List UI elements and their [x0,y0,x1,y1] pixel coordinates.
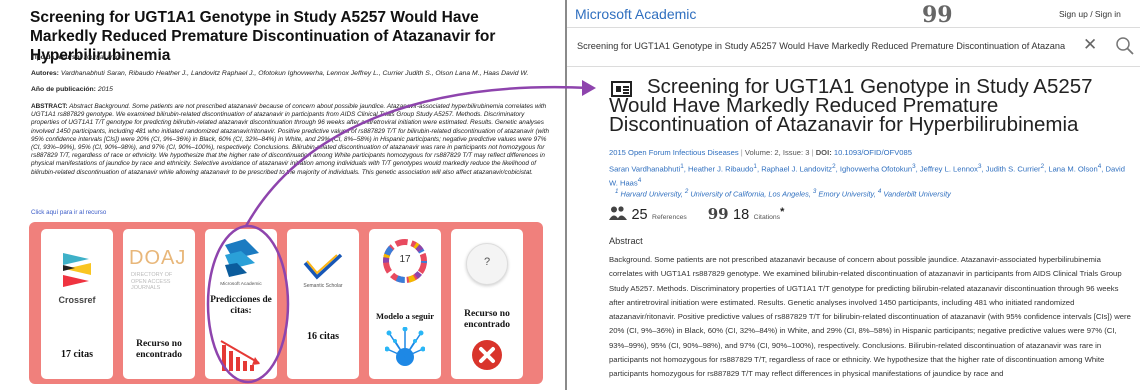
highlight-ellipse [206,224,290,384]
annotation-overlay [206,80,596,384]
arrow-head-icon [582,80,596,96]
highlight-arrow [244,86,591,227]
